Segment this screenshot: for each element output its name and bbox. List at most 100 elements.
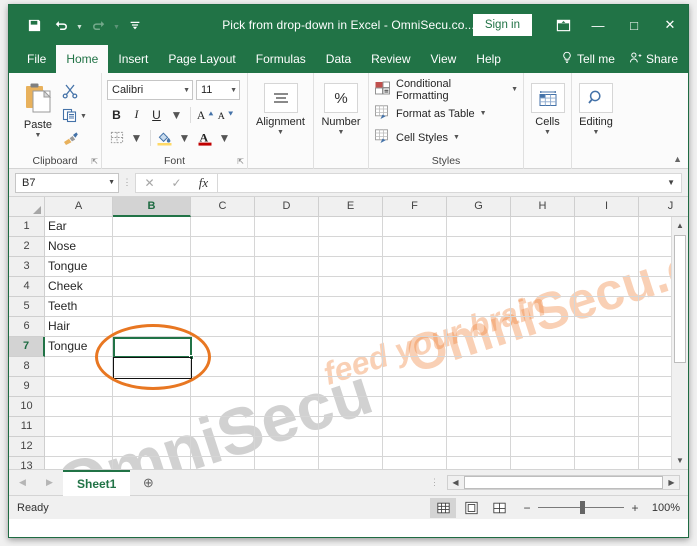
- cell-D6[interactable]: [255, 317, 319, 337]
- cell-I7[interactable]: [575, 337, 639, 357]
- cell-I8[interactable]: [575, 357, 639, 377]
- cell-B4[interactable]: [113, 277, 191, 297]
- column-header-g[interactable]: G: [447, 197, 511, 217]
- cell-F4[interactable]: [383, 277, 447, 297]
- cell-F7[interactable]: [383, 337, 447, 357]
- cell-E12[interactable]: [319, 437, 383, 457]
- cell-D5[interactable]: [255, 297, 319, 317]
- tab-review[interactable]: Review: [361, 45, 420, 73]
- tab-formulas[interactable]: Formulas: [246, 45, 316, 73]
- cell-A6[interactable]: Hair: [45, 317, 113, 337]
- cell-E10[interactable]: [319, 397, 383, 417]
- cell-I11[interactable]: [575, 417, 639, 437]
- row-header-10[interactable]: 10: [9, 397, 45, 417]
- tab-insert[interactable]: Insert: [108, 45, 158, 73]
- cell-A4[interactable]: Cheek: [45, 277, 113, 297]
- cell-G12[interactable]: [447, 437, 511, 457]
- format-as-table-button[interactable]: Format as Table ▼: [374, 103, 518, 124]
- tab-page-layout[interactable]: Page Layout: [158, 45, 245, 73]
- cell-E4[interactable]: [319, 277, 383, 297]
- scroll-up-icon[interactable]: ▲: [672, 217, 688, 234]
- name-box-dropdown-icon[interactable]: ▼: [108, 179, 115, 186]
- cell-C9[interactable]: [191, 377, 255, 397]
- cell-F5[interactable]: [383, 297, 447, 317]
- alignment-dropdown-icon[interactable]: ▼: [277, 129, 284, 136]
- insert-function-icon[interactable]: fx: [190, 174, 217, 192]
- conditional-formatting-dropdown-icon[interactable]: ▼: [511, 86, 518, 93]
- format-painter-button[interactable]: [62, 131, 87, 150]
- row-header-1[interactable]: 1: [9, 217, 45, 237]
- cut-button[interactable]: [62, 83, 87, 102]
- enter-formula-icon[interactable]: ✓: [163, 174, 190, 192]
- row-header-13[interactable]: 13: [9, 457, 45, 469]
- underline-button[interactable]: U: [147, 105, 166, 124]
- cell-B11[interactable]: [113, 417, 191, 437]
- cell-I9[interactable]: [575, 377, 639, 397]
- column-header-j[interactable]: J: [639, 197, 688, 217]
- cell-G10[interactable]: [447, 397, 511, 417]
- row-header-9[interactable]: 9: [9, 377, 45, 397]
- cell-F13[interactable]: [383, 457, 447, 469]
- tab-view[interactable]: View: [421, 45, 467, 73]
- sign-in-button[interactable]: Sign in: [472, 14, 532, 36]
- cell-I13[interactable]: [575, 457, 639, 469]
- cell-B3[interactable]: [113, 257, 191, 277]
- copy-dropdown-icon[interactable]: ▼: [80, 113, 87, 120]
- cell-I12[interactable]: [575, 437, 639, 457]
- cell-G4[interactable]: [447, 277, 511, 297]
- copy-button[interactable]: ▼: [62, 107, 87, 126]
- increase-font-size-button[interactable]: A: [195, 105, 214, 124]
- formula-input[interactable]: ▼: [217, 172, 682, 193]
- zoom-slider-thumb[interactable]: [580, 501, 585, 514]
- cell-H8[interactable]: [511, 357, 575, 377]
- cell-E11[interactable]: [319, 417, 383, 437]
- row-header-3[interactable]: 3: [9, 257, 45, 277]
- cell-D7[interactable]: [255, 337, 319, 357]
- cell-G5[interactable]: [447, 297, 511, 317]
- sheet-bar-grip[interactable]: ⋮: [422, 477, 447, 488]
- cell-C2[interactable]: [191, 237, 255, 257]
- cell-A2[interactable]: Nose: [45, 237, 113, 257]
- underline-dropdown-icon[interactable]: ▼: [167, 105, 186, 124]
- cell-I4[interactable]: [575, 277, 639, 297]
- horizontal-scroll-thumb[interactable]: [464, 476, 663, 489]
- cell-A1[interactable]: Ear: [45, 217, 113, 237]
- row-header-6[interactable]: 6: [9, 317, 45, 337]
- cell-E9[interactable]: [319, 377, 383, 397]
- cell-A11[interactable]: [45, 417, 113, 437]
- cell-C6[interactable]: [191, 317, 255, 337]
- cell-C1[interactable]: [191, 217, 255, 237]
- editing-button[interactable]: Editing ▼: [577, 76, 615, 136]
- redo-icon[interactable]: [85, 12, 111, 38]
- cell-I2[interactable]: [575, 237, 639, 257]
- cell-H3[interactable]: [511, 257, 575, 277]
- cell-F2[interactable]: [383, 237, 447, 257]
- alignment-button[interactable]: Alignment ▼: [253, 76, 308, 136]
- cell-A9[interactable]: [45, 377, 113, 397]
- close-button[interactable]: ✕: [652, 5, 688, 45]
- cell-H4[interactable]: [511, 277, 575, 297]
- cell-I10[interactable]: [575, 397, 639, 417]
- cancel-formula-icon[interactable]: ✕: [136, 174, 163, 192]
- cell-E6[interactable]: [319, 317, 383, 337]
- paste-dropdown-icon[interactable]: ▼: [35, 132, 42, 139]
- cell-F10[interactable]: [383, 397, 447, 417]
- row-header-8[interactable]: 8: [9, 357, 45, 377]
- cell-A10[interactable]: [45, 397, 113, 417]
- cell-C10[interactable]: [191, 397, 255, 417]
- cell-C5[interactable]: [191, 297, 255, 317]
- fill-color-dropdown-icon[interactable]: ▼: [175, 128, 194, 147]
- undo-icon[interactable]: [48, 12, 74, 38]
- cell-H12[interactable]: [511, 437, 575, 457]
- font-dialog-launcher-icon[interactable]: ⇱: [237, 157, 244, 166]
- cell-D10[interactable]: [255, 397, 319, 417]
- sheet-next-icon[interactable]: ▶: [46, 477, 53, 488]
- scroll-right-icon[interactable]: ▶: [664, 478, 679, 487]
- cell-D3[interactable]: [255, 257, 319, 277]
- column-header-e[interactable]: E: [319, 197, 383, 217]
- tab-home[interactable]: Home: [56, 45, 109, 73]
- number-button[interactable]: % Number ▼: [319, 76, 363, 136]
- name-box[interactable]: B7 ▼: [15, 172, 119, 193]
- editing-dropdown-icon[interactable]: ▼: [593, 129, 600, 136]
- maximize-button[interactable]: □: [616, 5, 652, 45]
